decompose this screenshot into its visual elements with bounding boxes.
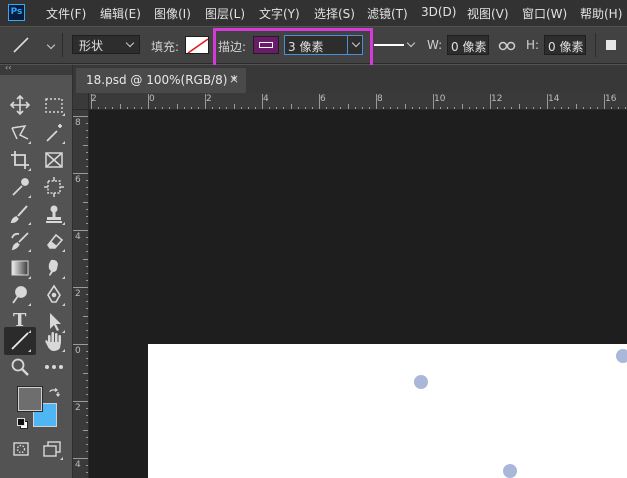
brush-tool-icon[interactable] — [8, 202, 32, 226]
close-icon[interactable]: × — [229, 72, 239, 86]
divider — [62, 33, 63, 57]
photoshop-logo[interactable]: Ps — [8, 4, 25, 21]
stroke-type-dropdown[interactable] — [374, 37, 418, 53]
menu-window[interactable]: 窗口(W) — [522, 5, 567, 22]
swap-colors-icon[interactable] — [48, 385, 60, 397]
smudge-tool-icon[interactable] — [42, 256, 66, 280]
gradient-tool-icon[interactable] — [8, 256, 32, 280]
canvas-dot[interactable] — [616, 349, 627, 363]
mode-chevron-down-icon — [125, 38, 135, 48]
options-bar: 形状 填充: 描边: 3 像素 W: 0 像素 H: 0 像素 — [0, 27, 627, 64]
line-tool-icon[interactable] — [8, 329, 32, 353]
horizontal-ruler-ticks — [91, 94, 626, 109]
pen-tool-icon[interactable] — [42, 283, 66, 307]
ruler-label: 16 — [605, 94, 617, 104]
crop-tool-icon[interactable] — [8, 148, 32, 172]
menu-edit[interactable]: 编辑(E) — [100, 5, 141, 22]
width-input[interactable]: 0 像素 — [447, 35, 489, 55]
ruler-label: 4 — [75, 232, 81, 242]
menu-bar: Ps 文件(F) 编辑(E) 图像(I) 图层(L) 文字(Y) 选择(S) 滤… — [0, 0, 627, 26]
zoom-tool-icon[interactable] — [8, 355, 32, 379]
quick-mask-icon[interactable] — [9, 437, 33, 461]
canvas-dot[interactable] — [414, 375, 428, 389]
stroke-width-chevron-down-icon[interactable] — [351, 38, 361, 48]
mode-dropdown[interactable]: 形状 — [72, 35, 140, 54]
menu-image[interactable]: 图像(I) — [154, 5, 191, 22]
canvas-dot[interactable] — [503, 464, 517, 478]
default-colors-icon[interactable] — [17, 418, 28, 429]
ruler-label: 2 — [75, 289, 81, 299]
ruler-label: 2 — [206, 94, 212, 104]
menu-3d[interactable]: 3D(D) — [421, 5, 456, 19]
tool-preset-chevron-down-icon[interactable] — [46, 40, 56, 50]
document-tab[interactable]: 18.psd @ 100%(RGB/8) * × — [76, 68, 246, 93]
frame-tool-icon[interactable] — [42, 148, 66, 172]
magic-wand-tool-icon[interactable] — [42, 121, 66, 145]
divider — [595, 33, 596, 57]
dodge-tool-icon[interactable] — [8, 283, 32, 307]
menu-help[interactable]: 帮助(H) — [580, 5, 622, 22]
tool-preset-line-icon[interactable] — [8, 33, 34, 57]
screen-mode-icon[interactable] — [40, 437, 64, 461]
stroke-rect-icon — [259, 42, 273, 48]
more-tools-icon[interactable] — [42, 355, 66, 379]
stroke-type-chevron-down-icon — [406, 38, 416, 48]
ruler-label: 12 — [491, 94, 503, 104]
ruler-label: 0 — [149, 94, 155, 104]
stroke-label: 描边: — [218, 40, 247, 54]
ruler-label: 4 — [263, 94, 269, 104]
ruler-label: 8 — [377, 94, 383, 104]
foreground-color-swatch[interactable] — [18, 387, 42, 411]
tools-panel: ‹‹ T — [0, 63, 73, 478]
ruler-label: 2 — [75, 403, 81, 413]
lasso-tool-icon[interactable] — [8, 121, 32, 145]
width-label: W: — [427, 38, 443, 52]
fill-swatch-none[interactable] — [185, 36, 209, 54]
ruler-origin[interactable] — [73, 93, 89, 110]
document-tab-title: 18.psd @ 100%(RGB/8) * — [86, 73, 238, 87]
horizontal-ruler[interactable]: 2 0 2 4 6 8 10 12 14 16 — [89, 93, 627, 110]
move-tool-icon[interactable] — [8, 93, 32, 117]
hand-tool-icon[interactable] — [42, 329, 66, 353]
mode-value: 形状 — [79, 39, 104, 53]
document-tab-bar: 18.psd @ 100%(RGB/8) * × — [73, 65, 627, 93]
stroke-swatch[interactable] — [253, 36, 279, 54]
ruler-label: 10 — [434, 94, 446, 104]
height-label: H: — [526, 38, 540, 52]
height-input[interactable]: 0 像素 — [544, 35, 586, 55]
stroke-width-value: 3 像素 — [288, 40, 324, 54]
ruler-label: 4 — [75, 460, 81, 470]
path-operations-icon[interactable] — [606, 40, 616, 50]
menu-select[interactable]: 选择(S) — [314, 5, 355, 22]
ruler-label: 6 — [320, 94, 326, 104]
toolbar-header: ‹‹ — [0, 63, 72, 75]
eyedropper-tool-icon[interactable] — [8, 175, 32, 199]
ruler-label: 8 — [75, 118, 81, 128]
marquee-tool-icon[interactable] — [42, 93, 66, 117]
ruler-label: 6 — [75, 175, 81, 185]
link-icon[interactable] — [498, 38, 516, 52]
stroke-line-preview — [374, 44, 404, 46]
fill-label: 填充: — [151, 40, 180, 54]
document-canvas[interactable] — [148, 344, 627, 478]
menu-layer[interactable]: 图层(L) — [205, 5, 245, 22]
history-brush-tool-icon[interactable] — [8, 229, 32, 253]
vertical-ruler[interactable]: 8 6 4 2 0 2 4 — [73, 110, 89, 478]
ruler-label: 2 — [91, 94, 97, 104]
menu-file[interactable]: 文件(F) — [46, 5, 86, 22]
ruler-label: 0 — [75, 346, 81, 356]
ruler-target-tool-icon[interactable] — [42, 175, 66, 199]
eraser-tool-icon[interactable] — [42, 229, 66, 253]
stroke-width-input[interactable]: 3 像素 — [284, 35, 363, 55]
collapse-icon[interactable]: ‹‹ — [5, 63, 11, 72]
menu-view[interactable]: 视图(V) — [467, 5, 509, 22]
menu-type[interactable]: 文字(Y) — [259, 5, 300, 22]
stamp-tool-icon[interactable] — [42, 202, 66, 226]
menu-filter[interactable]: 滤镜(T) — [367, 5, 408, 22]
ruler-label: 14 — [548, 94, 560, 104]
